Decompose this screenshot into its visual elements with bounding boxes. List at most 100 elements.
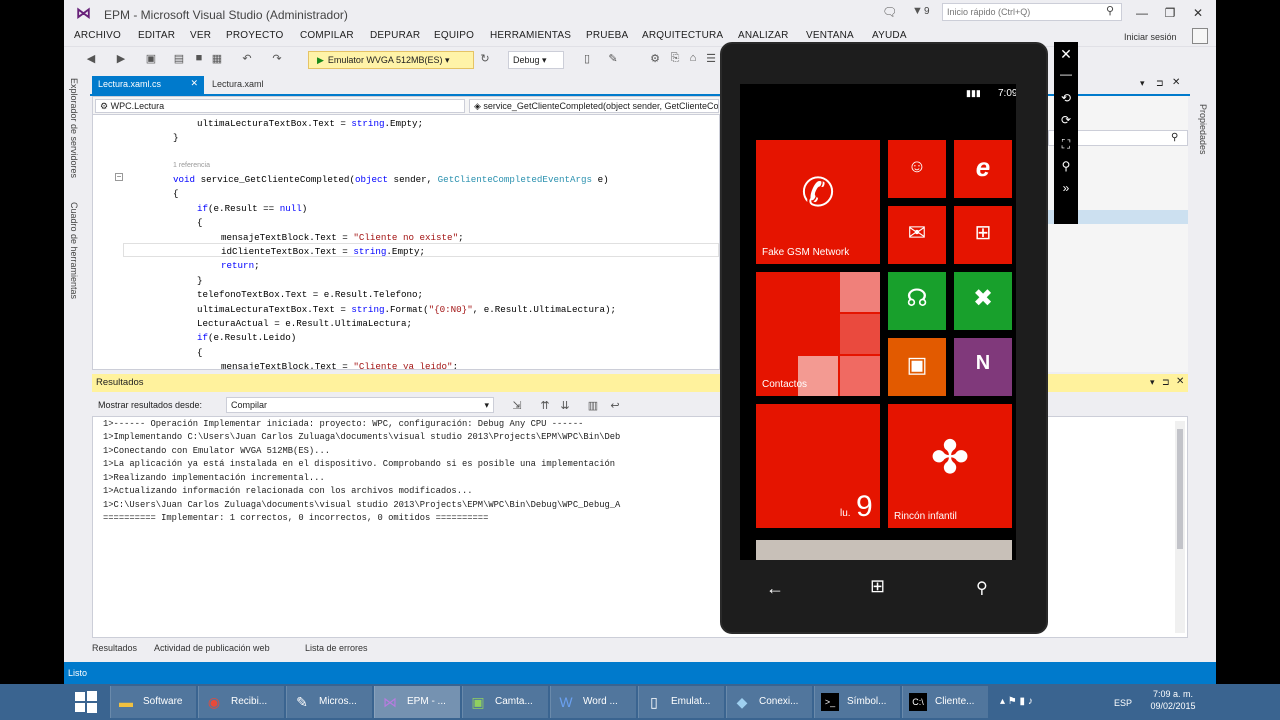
- panel-dropdown-icon[interactable]: ▾: [1140, 78, 1145, 89]
- find-message-icon[interactable]: ⇲: [510, 399, 524, 412]
- tile-calendar[interactable]: lu. 9: [756, 404, 880, 528]
- menu-herramientas[interactable]: HERRAMIENTAS: [490, 30, 571, 41]
- system-clock[interactable]: 7:09 a. m. 09/02/2015: [1148, 688, 1198, 712]
- undo-icon[interactable]: ↶: [240, 52, 254, 65]
- forward-icon[interactable]: ▶: [114, 52, 128, 65]
- tools-icon[interactable]: ✎: [606, 52, 620, 65]
- toolbox-tab[interactable]: Cuadro de herramientas: [69, 202, 79, 299]
- close-button[interactable]: ✕: [1186, 4, 1210, 22]
- member-selector[interactable]: ◈ service_GetClienteCompleted(object sen…: [469, 99, 719, 113]
- tab-lectura-xaml[interactable]: Lectura.xaml: [206, 76, 296, 94]
- menu-compilar[interactable]: COMPILAR: [300, 30, 354, 41]
- user-icon[interactable]: [1192, 28, 1208, 44]
- rotate-right-icon[interactable]: ⟳: [1058, 112, 1074, 128]
- start-debugging-button[interactable]: ▶ Emulator WVGA 512MB(ES) ▾: [308, 51, 474, 69]
- class-selector[interactable]: ⚙ WPC.Lectura: [95, 99, 465, 113]
- back-icon[interactable]: ←: [766, 578, 784, 599]
- tile-store[interactable]: ⊞: [954, 206, 1012, 264]
- rotate-left-icon[interactable]: ⟲: [1058, 90, 1074, 106]
- input-language[interactable]: ESP: [1114, 698, 1132, 708]
- clear-all-icon[interactable]: ▥: [586, 399, 600, 412]
- tile-onenote[interactable]: N: [954, 338, 1012, 396]
- menu-editar[interactable]: EDITAR: [138, 30, 175, 41]
- tab-web-publish-activity[interactable]: Actividad de publicación web: [154, 643, 270, 653]
- quick-launch-input[interactable]: [942, 3, 1122, 21]
- device-icon[interactable]: ▯: [580, 52, 594, 65]
- pin-icon[interactable]: ⊐: [1162, 377, 1170, 388]
- save-icon[interactable]: ■: [192, 52, 206, 64]
- attach-icon[interactable]: ⎘: [668, 52, 682, 65]
- lock-icon[interactable]: ⌂: [686, 52, 700, 64]
- windows-start-button[interactable]: [74, 690, 98, 714]
- minimize-icon[interactable]: —: [1058, 66, 1074, 82]
- tile-photos-peek[interactable]: [756, 540, 1012, 560]
- close-icon[interactable]: ✕: [1058, 46, 1074, 62]
- taskbar-item-connection[interactable]: ◆ Conexi...: [726, 686, 812, 718]
- menu-archivo[interactable]: ARCHIVO: [74, 30, 121, 41]
- sign-in-link[interactable]: Iniciar sesión: [1124, 32, 1177, 42]
- taskbar-item-emulator[interactable]: ▯ Emulat...: [638, 686, 724, 718]
- search-icon[interactable]: ⚲: [976, 578, 988, 598]
- properties-tab[interactable]: Propiedades: [1198, 104, 1208, 155]
- taskbar-item-word[interactable]: W Word ...: [550, 686, 636, 718]
- restore-button[interactable]: ❐: [1158, 4, 1182, 22]
- panel-close-icon[interactable]: ✕: [1172, 77, 1180, 88]
- tile-kids-corner[interactable]: ✤ Rincón infantil: [888, 404, 1012, 528]
- tab-error-list[interactable]: Lista de errores: [305, 643, 368, 653]
- tile-music[interactable]: ☊: [888, 272, 946, 330]
- menu-equipo[interactable]: EQUIPO: [434, 30, 474, 41]
- fit-screen-icon[interactable]: ⛶: [1058, 136, 1074, 152]
- tile-contacts[interactable]: Contactos: [756, 272, 880, 396]
- new-project-icon[interactable]: ▣: [144, 52, 158, 65]
- server-explorer-tab[interactable]: Explorador de servidores: [69, 78, 79, 178]
- search-icon[interactable]: ⚲: [1106, 4, 1114, 17]
- menu-arquitectura[interactable]: ARQUITECTURA: [642, 30, 723, 41]
- notification-icon[interactable]: 🗨: [882, 5, 897, 19]
- minimize-button[interactable]: —: [1130, 4, 1154, 22]
- word-wrap-icon[interactable]: ↩: [608, 399, 622, 412]
- tab-close-icon[interactable]: ✕: [190, 78, 198, 89]
- menu-analizar[interactable]: ANALIZAR: [738, 30, 789, 41]
- settings-icon[interactable]: ⚙: [648, 52, 662, 65]
- zoom-icon[interactable]: ⚲: [1058, 158, 1074, 174]
- filter-icon[interactable]: ▼: [912, 5, 923, 17]
- reference-count[interactable]: 1 referencia: [173, 159, 210, 173]
- back-icon[interactable]: ◀: [84, 52, 98, 65]
- scrollbar-thumb[interactable]: [1177, 429, 1183, 549]
- collapse-icon[interactable]: −: [115, 173, 123, 181]
- comment-icon[interactable]: ☰: [704, 52, 718, 65]
- tile-internet-explorer[interactable]: e: [954, 140, 1012, 198]
- panel-dropdown-icon[interactable]: ▾: [1150, 377, 1155, 388]
- output-close-icon[interactable]: ✕: [1176, 376, 1184, 387]
- next-message-icon[interactable]: ⇊: [558, 399, 572, 412]
- menu-ayuda[interactable]: AYUDA: [872, 30, 907, 41]
- tray-icons[interactable]: ▴ ⚑ ▮ ♪: [1000, 696, 1033, 707]
- tile-office[interactable]: ▣: [888, 338, 946, 396]
- pin-icon[interactable]: ⊐: [1156, 78, 1164, 89]
- configuration-select[interactable]: Debug ▾: [508, 51, 564, 69]
- open-file-icon[interactable]: ▤: [172, 52, 186, 65]
- code-editor[interactable]: ⚙ WPC.Lectura ◈ service_GetClienteComple…: [92, 96, 721, 370]
- output-source-select[interactable]: Compilar ▾: [226, 397, 494, 413]
- menu-ver[interactable]: VER: [190, 30, 211, 41]
- more-tools-icon[interactable]: »: [1058, 180, 1074, 196]
- menu-ventana[interactable]: VENTANA: [806, 30, 854, 41]
- taskbar-item-micros[interactable]: ✎ Micros...: [286, 686, 372, 718]
- taskbar-item-chrome[interactable]: ◉ Recibi...: [198, 686, 284, 718]
- taskbar-item-command-prompt[interactable]: >_ Símbol...: [814, 686, 900, 718]
- phone-screen[interactable]: ▮▮▮ 7:09 ✆ Fake GSM Network ☺ e ✉ ⊞ Cont…: [740, 84, 1016, 560]
- tile-phone[interactable]: ✆ Fake GSM Network: [756, 140, 880, 264]
- tile-games[interactable]: ✖: [954, 272, 1012, 330]
- tab-output[interactable]: Resultados: [92, 643, 137, 653]
- tile-mail[interactable]: ✉: [888, 206, 946, 264]
- menu-prueba[interactable]: PRUEBA: [586, 30, 628, 41]
- tile-messaging[interactable]: ☺: [888, 140, 946, 198]
- taskbar-item-software[interactable]: ▬ Software: [110, 686, 196, 718]
- taskbar-item-camtasia[interactable]: ▣ Camta...: [462, 686, 548, 718]
- redo-icon[interactable]: ↷: [270, 52, 284, 65]
- taskbar-item-client[interactable]: C:\ Cliente...: [902, 686, 988, 718]
- windows-start-icon[interactable]: ⊞: [870, 576, 885, 597]
- taskbar-item-visual-studio[interactable]: ⋈ EPM - ...: [374, 686, 460, 718]
- refresh-icon[interactable]: ↻: [478, 52, 492, 65]
- menu-proyecto[interactable]: PROYECTO: [226, 30, 284, 41]
